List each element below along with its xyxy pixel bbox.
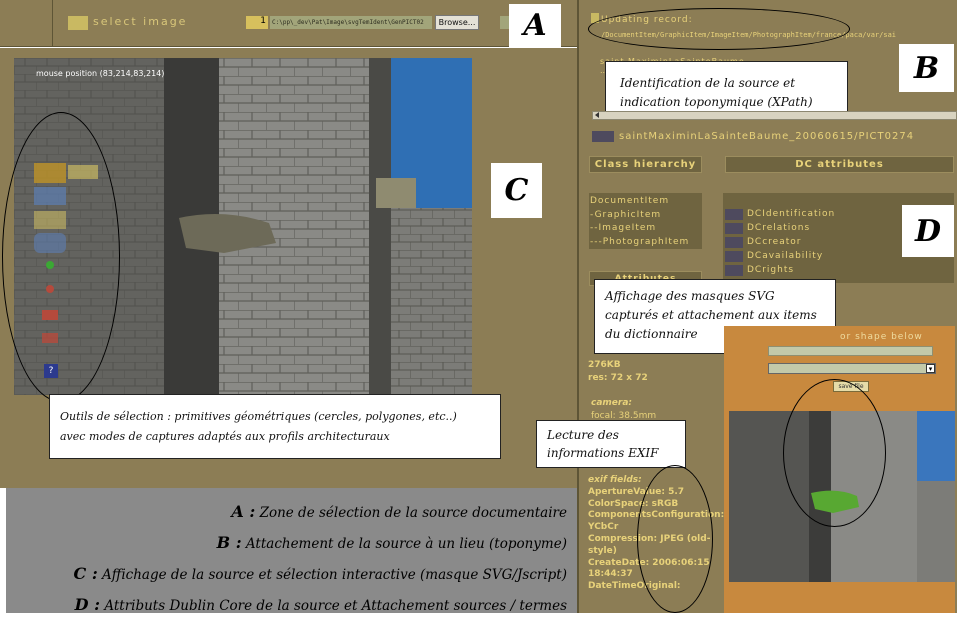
shape-text-input[interactable]	[768, 346, 933, 356]
select-image-icon[interactable]	[68, 16, 88, 30]
dc-item-label: DCrights	[747, 265, 795, 275]
legend-row-d: D : Attributs Dublin Core de la source e…	[6, 590, 567, 621]
dc-item-label: DCIdentification	[747, 209, 836, 219]
tools-callout-line2: avec modes de captures adaptés aux profi…	[60, 430, 390, 443]
image-counter: 1	[246, 16, 268, 29]
attr-res: res: 72 x 72	[588, 373, 648, 383]
exif-highlight-ellipse	[637, 465, 713, 613]
class-hierarchy-list: DocumentItem -GraphicItem --ImageItem --…	[589, 193, 702, 249]
class-item-documentitem[interactable]: DocumentItem	[590, 195, 701, 209]
mask-highlight-ellipse	[783, 379, 886, 527]
class-item-graphicitem[interactable]: -GraphicItem	[590, 209, 701, 223]
splitter-left-arrow-icon[interactable]	[595, 112, 599, 118]
dc-item-icon	[725, 222, 743, 234]
top-bar-divider	[52, 0, 53, 47]
dc-item-rights[interactable]: DCrights	[725, 263, 952, 277]
select-image-label[interactable]: select image	[93, 15, 187, 28]
dc-item-label: DCcreator	[747, 237, 802, 247]
legend-text: Affichage de la source et sélection inte…	[102, 567, 567, 583]
dc-item-icon	[725, 264, 743, 276]
dc-attributes-header: DC attributes	[725, 156, 954, 173]
dc-item-icon	[725, 250, 743, 262]
xpath-highlight-ellipse	[588, 8, 850, 50]
dc-item-label: DCavailability	[747, 251, 824, 261]
zone-letter-d: D	[902, 205, 954, 257]
identification-callout-line2: indication toponymique (XPath)	[620, 95, 813, 109]
mouse-position-readout: mouse position (83,214,83,214)	[36, 69, 165, 78]
legend-row-a: A : Zone de sélection de la source docum…	[6, 497, 567, 528]
legend-text: Zone de sélection de la source documenta…	[259, 505, 567, 521]
legend-row-c: C : Affichage de la source et sélection …	[6, 559, 567, 590]
file-path-input[interactable]: C:\pp\_dev\Pat\Image\svgTemIdent\GenPICT…	[270, 16, 432, 29]
svg-callout-line1: Affichage des masques SVG	[605, 289, 775, 303]
dc-item-icon	[725, 236, 743, 248]
legend-text: Attachement de la source à un lieu (topo…	[245, 536, 567, 552]
class-hierarchy-header: Class hierarchy	[589, 156, 702, 173]
record-name: saintMaximinLaSainteBaume_20060615/PICT0…	[619, 131, 915, 142]
svg-callout-line2: capturés et attachement aux items	[605, 308, 817, 322]
attr-camera: camera:	[591, 398, 633, 408]
legend-text: Attributs Dublin Core de la source et At…	[104, 598, 567, 614]
zone-letter-c: C	[491, 163, 542, 218]
class-item-imageitem[interactable]: --ImageItem	[590, 222, 701, 236]
tools-callout: Outils de sélection : primitives géométr…	[49, 394, 501, 459]
legend-box: A : Zone de sélection de la source docum…	[6, 488, 577, 614]
zone-letter-b: B	[899, 44, 954, 92]
record-icon	[592, 131, 614, 142]
shape-select[interactable]	[768, 363, 936, 374]
exif-callout-line1: Lecture des	[547, 428, 619, 442]
legend-key: A :	[231, 502, 256, 521]
shape-label: or shape below	[840, 332, 923, 342]
identification-callout: Identification de la source et indicatio…	[605, 61, 848, 115]
tools-callout-line1: Outils de sélection : primitives géométr…	[60, 410, 457, 423]
tools-highlight-ellipse	[2, 112, 120, 402]
dc-item-icon	[725, 208, 743, 220]
panel-splitter[interactable]	[592, 111, 957, 120]
exif-callout: Lecture des informations EXIF	[536, 420, 686, 468]
attr-size: 276KB	[588, 360, 621, 370]
identification-callout-line1: Identification de la source et	[620, 76, 796, 90]
legend-row-b: B : Attachement de la source à un lieu (…	[6, 528, 567, 559]
legend-key: D :	[74, 595, 101, 614]
legend-key: C :	[73, 564, 98, 583]
shape-select-chevron-icon[interactable]: ▾	[926, 364, 935, 373]
dc-item-label: DCrelations	[747, 223, 811, 233]
browse-button[interactable]: Browse...	[435, 15, 479, 30]
exif-callout-line2: informations EXIF	[547, 446, 659, 460]
legend-key: B :	[216, 533, 242, 552]
zone-letter-a: A	[509, 4, 561, 47]
class-item-photographitem[interactable]: ---PhotographItem	[590, 236, 701, 250]
